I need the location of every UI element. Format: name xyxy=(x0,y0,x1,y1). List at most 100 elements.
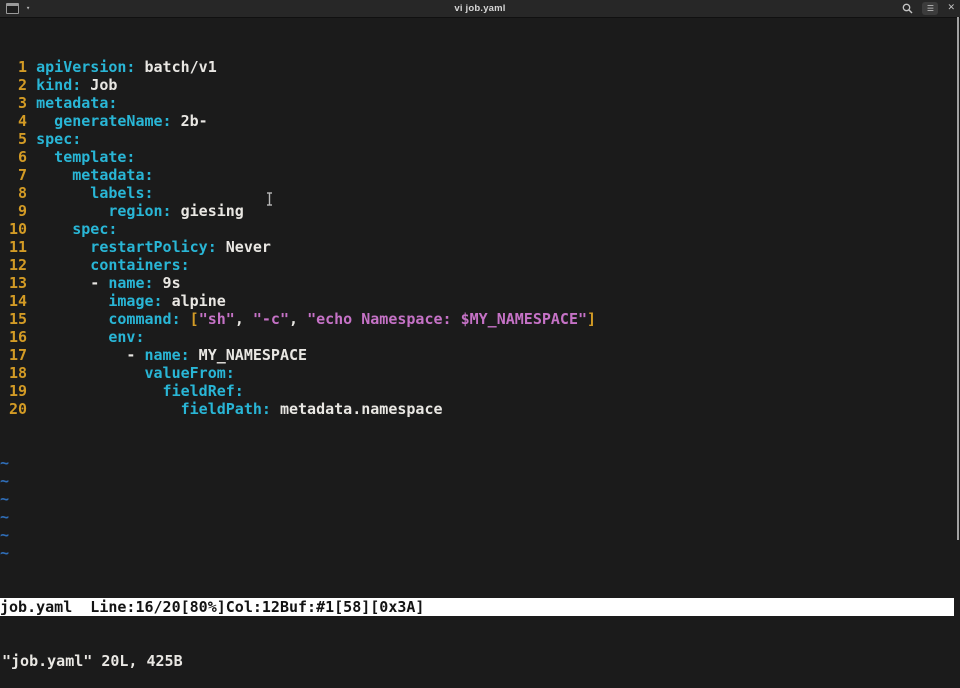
code-token: giesing xyxy=(171,202,244,220)
line-number: 11 xyxy=(0,238,37,256)
search-icon[interactable] xyxy=(902,3,913,14)
code-token: Job xyxy=(81,76,118,94)
line-number: 13 xyxy=(0,274,37,292)
line-number: 16 xyxy=(0,328,37,346)
code-line: 18 valueFrom: xyxy=(0,364,960,382)
code-token: labels: xyxy=(36,184,154,202)
code-token: - xyxy=(36,274,109,292)
code-token: spec: xyxy=(36,130,82,148)
code-line: 12 containers: xyxy=(0,256,960,274)
empty-line-tilde: ~ xyxy=(0,454,10,472)
line-number: 8 xyxy=(0,184,37,202)
line-number: 6 xyxy=(0,148,37,166)
code-token: - xyxy=(36,346,145,364)
code-line: 16 env: xyxy=(0,328,960,346)
code-line: 17 - name: MY_NAMESPACE xyxy=(0,346,960,364)
code-token: env: xyxy=(36,328,145,346)
code-token: name: xyxy=(108,274,154,292)
menu-button[interactable]: ☰ xyxy=(922,2,939,15)
line-number: 14 xyxy=(0,292,37,310)
scrollbar[interactable] xyxy=(957,17,959,540)
empty-line-tilde: ~ xyxy=(0,490,10,508)
code-line: 6 template: xyxy=(0,148,960,166)
tilde-area: ~ ~ ~ ~ ~ ~ xyxy=(0,454,960,562)
code-token: apiVersion: xyxy=(36,58,136,76)
line-number: 20 xyxy=(0,400,37,418)
code-area: 1 apiVersion: batch/v1 2 kind: Job 3 met… xyxy=(0,58,960,418)
code-token: generateName: xyxy=(36,112,172,130)
line-number: 18 xyxy=(0,364,37,382)
line-number: 15 xyxy=(0,310,37,328)
code-token: metadata.namespace xyxy=(270,400,443,418)
empty-line-tilde: ~ xyxy=(0,526,10,544)
code-token: "-c" xyxy=(252,310,289,328)
code-line: 4 generateName: 2b- xyxy=(0,112,960,130)
vi-statusline: job.yaml Line:16/20[80%]Col:12Buf:#1[58]… xyxy=(0,598,954,616)
code-line: 1 apiVersion: batch/v1 xyxy=(0,58,960,76)
code-line: 11 restartPolicy: Never xyxy=(0,238,960,256)
code-token: fieldRef: xyxy=(36,382,244,400)
line-number: 10 xyxy=(0,220,37,238)
code-token: valueFrom: xyxy=(36,364,235,382)
code-line: 14 image: alpine xyxy=(0,292,960,310)
empty-line-tilde: ~ xyxy=(0,544,10,562)
chevron-down-icon[interactable]: ▾ xyxy=(26,5,30,12)
empty-line-tilde: ~ xyxy=(0,472,10,490)
close-icon[interactable]: ✕ xyxy=(947,4,955,13)
code-line: 8 labels: xyxy=(0,184,960,202)
code-token: , xyxy=(289,310,308,328)
code-token: MY_NAMESPACE xyxy=(189,346,308,364)
line-number: 4 xyxy=(0,112,37,130)
titlebar[interactable]: ▾ vi job.yaml ☰ ✕ xyxy=(0,0,960,18)
code-token: template: xyxy=(36,148,136,166)
terminal-icon[interactable] xyxy=(6,3,19,14)
code-token: "echo Namespace: $MY_NAMESPACE" xyxy=(307,310,588,328)
code-line: 7 metadata: xyxy=(0,166,960,184)
titlebar-left-controls: ▾ xyxy=(6,0,30,17)
code-token: batch/v1 xyxy=(135,58,217,76)
line-number: 2 xyxy=(0,76,37,94)
line-number: 1 xyxy=(0,58,37,76)
code-token: 2b- xyxy=(171,112,208,130)
code-token: 9s xyxy=(153,274,181,292)
code-line: 3 metadata: xyxy=(0,94,960,112)
code-token: Never xyxy=(216,238,271,256)
code-token: restartPolicy: xyxy=(36,238,217,256)
line-number: 5 xyxy=(0,130,37,148)
terminal-window: { "titlebar": { "title": "vi job.yaml" }… xyxy=(0,0,960,670)
line-number: 12 xyxy=(0,256,37,274)
text-cursor-pointer xyxy=(265,191,274,206)
code-line: 20 fieldPath: metadata.namespace xyxy=(0,400,960,418)
code-line: 5 spec: xyxy=(0,130,960,148)
line-number: 19 xyxy=(0,382,37,400)
window-title: vi job.yaml xyxy=(454,3,506,14)
code-line: 2 kind: Job xyxy=(0,76,960,94)
titlebar-right-controls: ☰ ✕ xyxy=(902,0,955,17)
code-token: fieldPath: xyxy=(36,400,271,418)
code-token: , xyxy=(234,310,253,328)
code-line: 19 fieldRef: xyxy=(0,382,960,400)
code-token: metadata: xyxy=(36,166,154,184)
code-line: 10 spec: xyxy=(0,220,960,238)
code-token: "sh" xyxy=(198,310,235,328)
code-token: image: xyxy=(36,292,163,310)
code-token: alpine xyxy=(162,292,226,310)
code-token: containers: xyxy=(36,256,190,274)
code-token: ] xyxy=(587,310,597,328)
line-number: 3 xyxy=(0,94,37,112)
code-line: 15 command: ["sh", "-c", "echo Namespace… xyxy=(0,310,960,328)
terminal-screen[interactable]: 1 apiVersion: batch/v1 2 kind: Job 3 met… xyxy=(0,18,960,688)
code-token: [ xyxy=(189,310,199,328)
code-token: kind: xyxy=(36,76,82,94)
code-line: 13 - name: 9s xyxy=(0,274,960,292)
line-number: 9 xyxy=(0,202,37,220)
code-token: metadata: xyxy=(36,94,118,112)
code-token: region: xyxy=(36,202,172,220)
line-number: 7 xyxy=(0,166,37,184)
line-number: 17 xyxy=(0,346,37,364)
code-token: name: xyxy=(144,346,190,364)
vi-command-line: "job.yaml" 20L, 425B xyxy=(2,652,183,670)
code-token: spec: xyxy=(36,220,118,238)
code-line: 9 region: giesing xyxy=(0,202,960,220)
